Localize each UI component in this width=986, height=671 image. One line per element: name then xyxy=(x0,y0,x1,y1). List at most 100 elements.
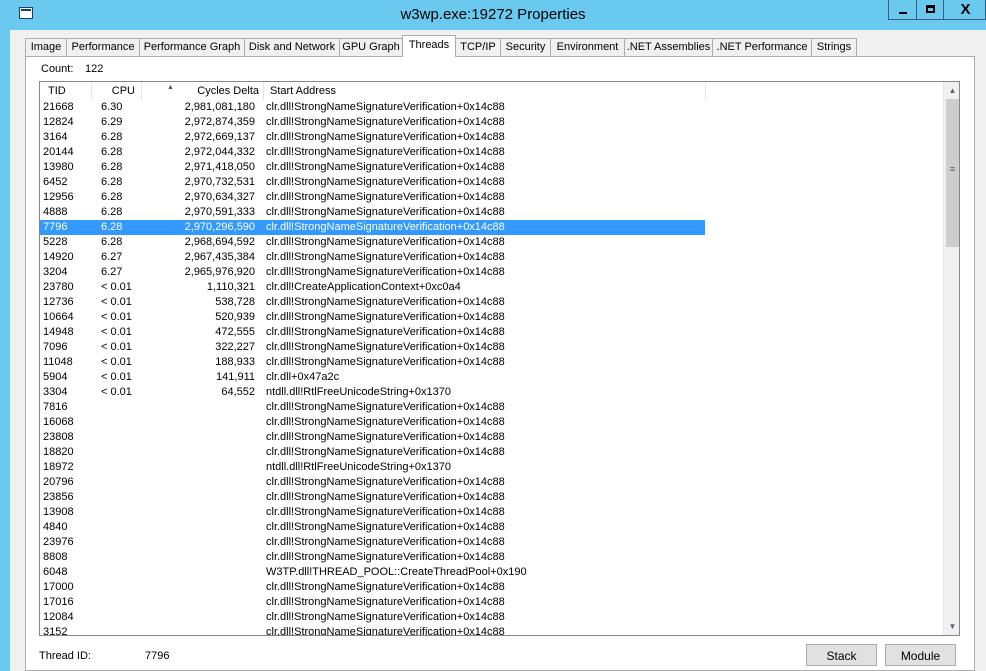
thread-cycles-cell: 2,970,634,327 xyxy=(184,191,255,203)
table-row[interactable]: 3304 < 0.01 64,552 ntdll.dll!RtlFreeUnicode… xyxy=(40,385,943,400)
table-row[interactable]: 7796 6.28 2,970,296,590 clr.dll!StrongNameS… xyxy=(40,220,705,235)
table-row[interactable]: 3164 6.28 2,972,669,137 clr.dll!StrongNameS… xyxy=(40,130,943,145)
thread-start-address-cell: clr.dll!StrongNameSignatureVerification+… xyxy=(266,131,505,143)
table-row[interactable]: 20144 6.28 2,972,044,332 clr.dll!StrongName… xyxy=(40,145,943,160)
thread-start-address-cell: clr.dll!StrongNameSignatureVerification+… xyxy=(266,356,505,368)
thread-start-address-cell: clr.dll!StrongNameSignatureVerification+… xyxy=(266,101,505,113)
tab-tcp-ip[interactable]: TCP/IP xyxy=(455,38,501,56)
thread-tid-cell: 23780 xyxy=(43,281,74,293)
thread-cpu-cell: 6.28 xyxy=(101,221,123,233)
table-row[interactable]: 23976 clr.dll!StrongNameSignatureVerifica… xyxy=(40,535,943,550)
table-row[interactable]: 18972 ntdll.dll!RtlFreeUnicodeString+0x13… xyxy=(40,460,943,475)
close-button[interactable]: X xyxy=(943,0,986,20)
list-header: TID ▲ CPU Cycles Delta Start Address xyxy=(40,82,943,100)
count-label: Count: xyxy=(41,63,74,75)
maximize-button[interactable] xyxy=(916,0,944,20)
thread-cpu-cell: < 0.01 xyxy=(101,371,132,383)
table-row[interactable]: 13908 clr.dll!StrongNameSignatureVerifica… xyxy=(40,505,943,520)
thread-start-address-cell: clr.dll!StrongNameSignatureVerification+… xyxy=(266,581,505,593)
thread-tid-cell: 7796 xyxy=(43,221,68,233)
title-bar[interactable]: w3wp.exe:19272 Properties X xyxy=(0,0,986,30)
tab-strings[interactable]: Strings xyxy=(811,38,857,56)
scroll-down-icon[interactable]: ▼ xyxy=(944,618,959,635)
table-row[interactable]: 12736 < 0.01 538,728 clr.dll!StrongNameSign… xyxy=(40,295,943,310)
tab-threads[interactable]: Threads xyxy=(402,35,456,57)
table-row[interactable]: 12084 clr.dll!StrongNameSignatureVerifica… xyxy=(40,610,943,625)
table-row[interactable]: 5904 < 0.01 141,911 clr.dll+0x47a2c xyxy=(40,370,943,385)
table-row[interactable]: 14948 < 0.01 472,555 clr.dll!StrongNameSign… xyxy=(40,325,943,340)
thread-cycles-cell: 2,972,669,137 xyxy=(184,131,255,143)
minimize-button[interactable] xyxy=(888,0,917,20)
thread-cycles-cell: 2,981,081,180 xyxy=(184,101,255,113)
thread-cycles-cell: 141,911 xyxy=(216,371,255,383)
module-button[interactable]: Module xyxy=(885,644,956,666)
thread-cycles-cell xyxy=(140,400,255,415)
thread-start-address-cell: clr.dll!StrongNameSignatureVerification+… xyxy=(266,146,505,158)
table-row[interactable]: 21668 6.30 2,981,081,180 clr.dll!StrongName… xyxy=(40,100,943,115)
table-row[interactable]: 4840 clr.dll!StrongNameSignatureVerificat… xyxy=(40,520,943,535)
tab-image[interactable]: Image xyxy=(25,38,67,56)
tab-net-assemblies[interactable]: .NET Assemblies xyxy=(624,38,713,56)
column-header-tid[interactable]: TID xyxy=(40,82,92,100)
table-row[interactable]: 4888 6.28 2,970,591,333 clr.dll!StrongNameS… xyxy=(40,205,943,220)
threads-rows: 21668 6.30 2,981,081,180 clr.dll!StrongName… xyxy=(40,100,943,636)
thread-tid-cell: 21668 xyxy=(43,101,74,113)
table-row[interactable]: 7816 clr.dll!StrongNameSignatureVerificat… xyxy=(40,400,943,415)
table-row[interactable]: 10664 < 0.01 520,939 clr.dll!StrongNameSign… xyxy=(40,310,943,325)
thread-start-address-cell: clr.dll!StrongNameSignatureVerification+… xyxy=(266,521,505,533)
thread-cpu-cell: < 0.01 xyxy=(101,326,132,338)
stack-button[interactable]: Stack xyxy=(806,644,877,666)
tab-security[interactable]: Security xyxy=(500,38,551,56)
thread-cycles-cell xyxy=(140,520,255,535)
thread-cycles-cell: 2,971,418,050 xyxy=(184,161,255,173)
scroll-up-icon[interactable]: ▲ xyxy=(944,82,959,99)
table-row[interactable]: 12956 6.28 2,970,634,327 clr.dll!StrongName… xyxy=(40,190,943,205)
thread-tid-cell: 23808 xyxy=(43,431,74,443)
tab-performance-graph[interactable]: Performance Graph xyxy=(139,38,245,56)
column-header-cpu[interactable]: ▲ CPU xyxy=(92,82,174,100)
table-row[interactable]: 3152 clr.dll!StrongNameSignatureVerificat… xyxy=(40,625,943,636)
threads-list[interactable]: TID ▲ CPU Cycles Delta Start Address 216… xyxy=(39,81,960,636)
table-row[interactable]: 6452 6.28 2,970,732,531 clr.dll!StrongNameS… xyxy=(40,175,943,190)
column-header-start-address[interactable]: Start Address xyxy=(264,82,706,100)
thread-cycles-cell: 322,227 xyxy=(215,341,255,353)
tab-disk-and-network[interactable]: Disk and Network xyxy=(244,38,340,56)
table-row[interactable]: 11048 < 0.01 188,933 clr.dll!StrongNameSign… xyxy=(40,355,943,370)
table-row[interactable]: 12824 6.29 2,972,874,359 clr.dll!StrongName… xyxy=(40,115,943,130)
thread-start-address-cell: clr.dll!StrongNameSignatureVerification+… xyxy=(266,221,505,233)
column-header-cpu-label: CPU xyxy=(111,85,135,97)
thread-tid-cell: 3304 xyxy=(43,386,68,398)
table-row[interactable]: 18820 clr.dll!StrongNameSignatureVerifica… xyxy=(40,445,943,460)
table-row[interactable]: 16068 clr.dll!StrongNameSignatureVerifica… xyxy=(40,415,943,430)
table-row[interactable]: 17000 clr.dll!StrongNameSignatureVerifica… xyxy=(40,580,943,595)
thread-tid-cell: 12956 xyxy=(43,191,74,203)
thread-tid-cell: 7096 xyxy=(43,341,68,353)
tab-gpu-graph[interactable]: GPU Graph xyxy=(339,38,403,56)
table-row[interactable]: 5228 6.28 2,968,694,592 clr.dll!StrongNameS… xyxy=(40,235,943,250)
thread-tid-cell: 17000 xyxy=(43,581,74,593)
table-row[interactable]: 23856 clr.dll!StrongNameSignatureVerifica… xyxy=(40,490,943,505)
table-row[interactable]: 8808 clr.dll!StrongNameSignatureVerificat… xyxy=(40,550,943,565)
thread-tid-cell: 3152 xyxy=(43,626,68,636)
column-header-cycles-delta[interactable]: Cycles Delta xyxy=(142,82,264,100)
tab-environment[interactable]: Environment xyxy=(550,38,625,56)
table-row[interactable]: 6048 W3TP.dll!THREAD_POOL::CreateThreadPo… xyxy=(40,565,943,580)
table-row[interactable]: 23780 < 0.01 1,110,321 clr.dll!CreateApplic… xyxy=(40,280,943,295)
vertical-scrollbar[interactable]: ▲ ≡ ▼ xyxy=(943,82,959,635)
table-row[interactable]: 20796 clr.dll!StrongNameSignatureVerifica… xyxy=(40,475,943,490)
table-row[interactable]: 3204 6.27 2,965,976,920 clr.dll!StrongNameS… xyxy=(40,265,943,280)
thread-tid-cell: 20796 xyxy=(43,476,74,488)
table-row[interactable]: 17016 clr.dll!StrongNameSignatureVerifica… xyxy=(40,595,943,610)
table-row[interactable]: 23808 clr.dll!StrongNameSignatureVerifica… xyxy=(40,430,943,445)
table-row[interactable]: 14920 6.27 2,967,435,384 clr.dll!StrongName… xyxy=(40,250,943,265)
scrollbar-thumb[interactable]: ≡ xyxy=(946,99,959,247)
tab-net-performance[interactable]: .NET Performance xyxy=(712,38,812,56)
tab-performance[interactable]: Performance xyxy=(66,38,140,56)
table-row[interactable]: 7096 < 0.01 322,227 clr.dll!StrongNameSigna… xyxy=(40,340,943,355)
table-row[interactable]: 13980 6.28 2,971,418,050 clr.dll!StrongName… xyxy=(40,160,943,175)
thread-cpu-cell: 6.28 xyxy=(101,191,123,203)
thread-cycles-cell xyxy=(140,610,255,625)
thread-cycles-cell: 520,939 xyxy=(215,311,255,323)
thread-id-value: 7796 xyxy=(145,650,170,662)
thread-start-address-cell: clr.dll!StrongNameSignatureVerification+… xyxy=(266,191,505,203)
